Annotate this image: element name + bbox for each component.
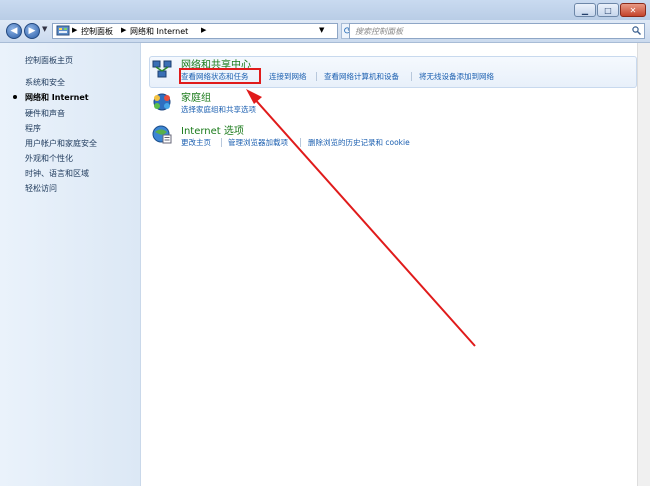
annotation-arrow-icon bbox=[246, 89, 476, 347]
